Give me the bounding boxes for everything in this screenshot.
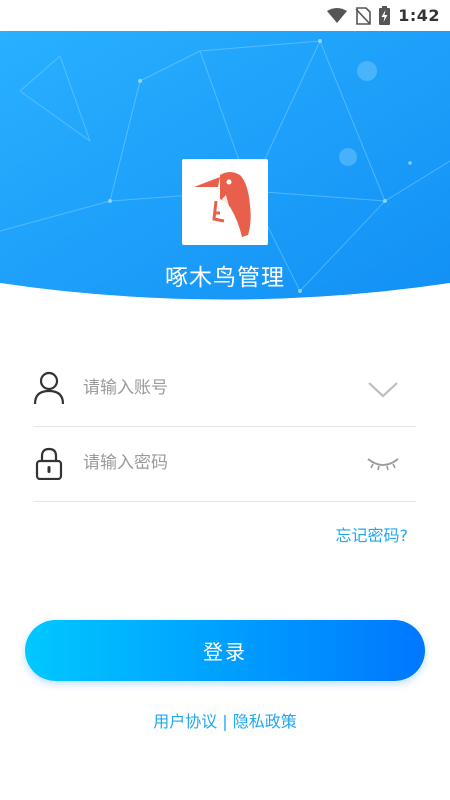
policy-links: 用户协议 | 隐私政策: [0, 708, 450, 732]
app-title: 啄木鸟管理: [165, 265, 285, 291]
password-field: [33, 426, 416, 502]
header-banner: 啄木鸟管理: [0, 31, 450, 306]
user-icon: [33, 371, 65, 405]
woodpecker-logo: [194, 172, 251, 237]
eye-closed-icon[interactable]: [366, 451, 400, 477]
status-time: 1:42: [398, 6, 440, 25]
password-input[interactable]: [83, 448, 353, 478]
policy-separator: |: [217, 712, 233, 731]
battery-charging-icon: [379, 6, 391, 25]
login-button[interactable]: 登录: [25, 620, 425, 681]
user-agreement-link[interactable]: 用户协议: [153, 712, 217, 731]
status-bar: 1:42: [0, 0, 450, 31]
app-logo: [182, 159, 268, 245]
status-icons: 1:42: [327, 0, 440, 31]
lock-icon: [35, 447, 63, 480]
account-field: [33, 351, 416, 427]
wifi-icon: [327, 7, 348, 23]
chevron-down-icon[interactable]: [366, 376, 400, 402]
privacy-policy-link[interactable]: 隐私政策: [233, 712, 297, 731]
account-input[interactable]: [83, 373, 353, 403]
no-sim-icon: [355, 6, 372, 25]
forgot-password-link[interactable]: 忘记密码?: [336, 522, 409, 546]
